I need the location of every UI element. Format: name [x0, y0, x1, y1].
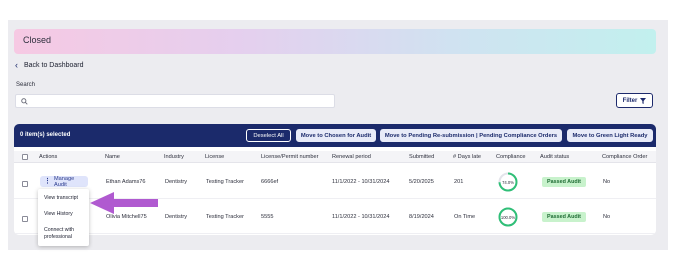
col-actions: Actions: [39, 154, 58, 160]
compliance-label: 74.0%: [502, 180, 514, 185]
bulk-action-toolbar: 0 item(s) selected Deselect All Move to …: [14, 124, 656, 147]
search-input[interactable]: [32, 96, 327, 106]
cell-license: Testing Tracker: [206, 214, 244, 220]
move-to-pending-button[interactable]: Move to Pending Re-submission | Pending …: [380, 129, 562, 142]
cell-name: Ethan Adams76: [106, 179, 146, 185]
col-audit-status: Audit status: [540, 154, 570, 160]
row-checkbox[interactable]: [22, 181, 28, 187]
cell-industry: Dentistry: [165, 179, 188, 185]
status-badge: Passed Audit: [542, 177, 586, 187]
audit-table: 0 item(s) selected Deselect All Move to …: [14, 124, 656, 235]
menu-item-view-transcript[interactable]: View transcript: [44, 195, 86, 202]
status-banner: Closed: [14, 29, 656, 54]
selection-count: 0 item(s) selected: [20, 132, 71, 138]
search-label: Search: [16, 82, 36, 88]
filter-label: Filter: [622, 97, 638, 104]
menu-item-connect-professional[interactable]: Connect with professional: [44, 227, 86, 241]
compliance-label: 100.0%: [501, 215, 515, 220]
cell-permit: 5555: [261, 214, 274, 220]
col-license: License: [205, 154, 225, 160]
manage-audit-label: Manage Audit: [54, 175, 75, 188]
row-checkbox[interactable]: [22, 216, 28, 222]
col-permit: License/Permit number: [261, 154, 319, 160]
cell-permit: 6666ef: [261, 179, 279, 185]
cell-days-late: 201: [454, 179, 464, 185]
col-days-late: # Days late: [453, 154, 481, 160]
cell-days-late: On Time: [454, 214, 476, 220]
manage-audit-dropdown: View transcript View History Connect wit…: [38, 189, 89, 246]
move-to-green-light-button[interactable]: Move to Green Light Ready: [567, 129, 653, 142]
select-all-checkbox[interactable]: [22, 154, 28, 160]
col-renewal: Renewal period: [332, 154, 371, 160]
col-industry: Industry: [164, 154, 184, 160]
search-field[interactable]: [15, 94, 335, 108]
chevron-left-icon: ‹: [15, 60, 18, 70]
cell-industry: Dentistry: [165, 214, 188, 220]
compliance-ring: 74.0%: [498, 172, 518, 192]
col-compliance: Compliance: [496, 154, 526, 160]
cell-compliance-order: No: [603, 214, 611, 220]
menu-item-view-history[interactable]: View History: [44, 211, 86, 218]
cell-submitted: 8/19/2024: [409, 214, 434, 220]
deselect-all-button[interactable]: Deselect All: [246, 129, 291, 142]
cell-compliance-order: No: [603, 179, 611, 185]
manage-audit-button[interactable]: ⋮ Manage Audit: [40, 175, 88, 188]
status-banner-text: Closed: [23, 35, 52, 45]
funnel-icon: [640, 97, 647, 104]
cell-renewal: 11/1/2022 - 10/31/2024: [332, 214, 390, 220]
move-to-chosen-button[interactable]: Move to Chosen for Audit: [296, 129, 376, 142]
search-icon: [21, 98, 28, 105]
cell-submitted: 5/20/2025: [409, 179, 434, 185]
table-header: Actions Name Industry License License/Pe…: [14, 151, 656, 163]
filter-button[interactable]: Filter: [616, 93, 653, 108]
compliance-ring: 100.0%: [498, 207, 518, 227]
col-name: Name: [105, 154, 120, 160]
col-submitted: Submitted: [409, 154, 435, 160]
cell-name: Olivia Mitchell75: [106, 214, 147, 220]
cell-renewal: 11/1/2022 - 10/31/2024: [332, 179, 390, 185]
col-compliance-order: Compliance Order: [602, 154, 648, 160]
annotation-arrow-icon: [90, 192, 158, 214]
back-label: Back to Dashboard: [24, 62, 84, 69]
cell-license: Testing Tracker: [206, 179, 244, 185]
status-badge: Passed Audit: [542, 212, 586, 222]
vertical-dots-icon: ⋮: [44, 177, 51, 185]
back-to-dashboard-link[interactable]: ‹ Back to Dashboard: [15, 60, 84, 70]
